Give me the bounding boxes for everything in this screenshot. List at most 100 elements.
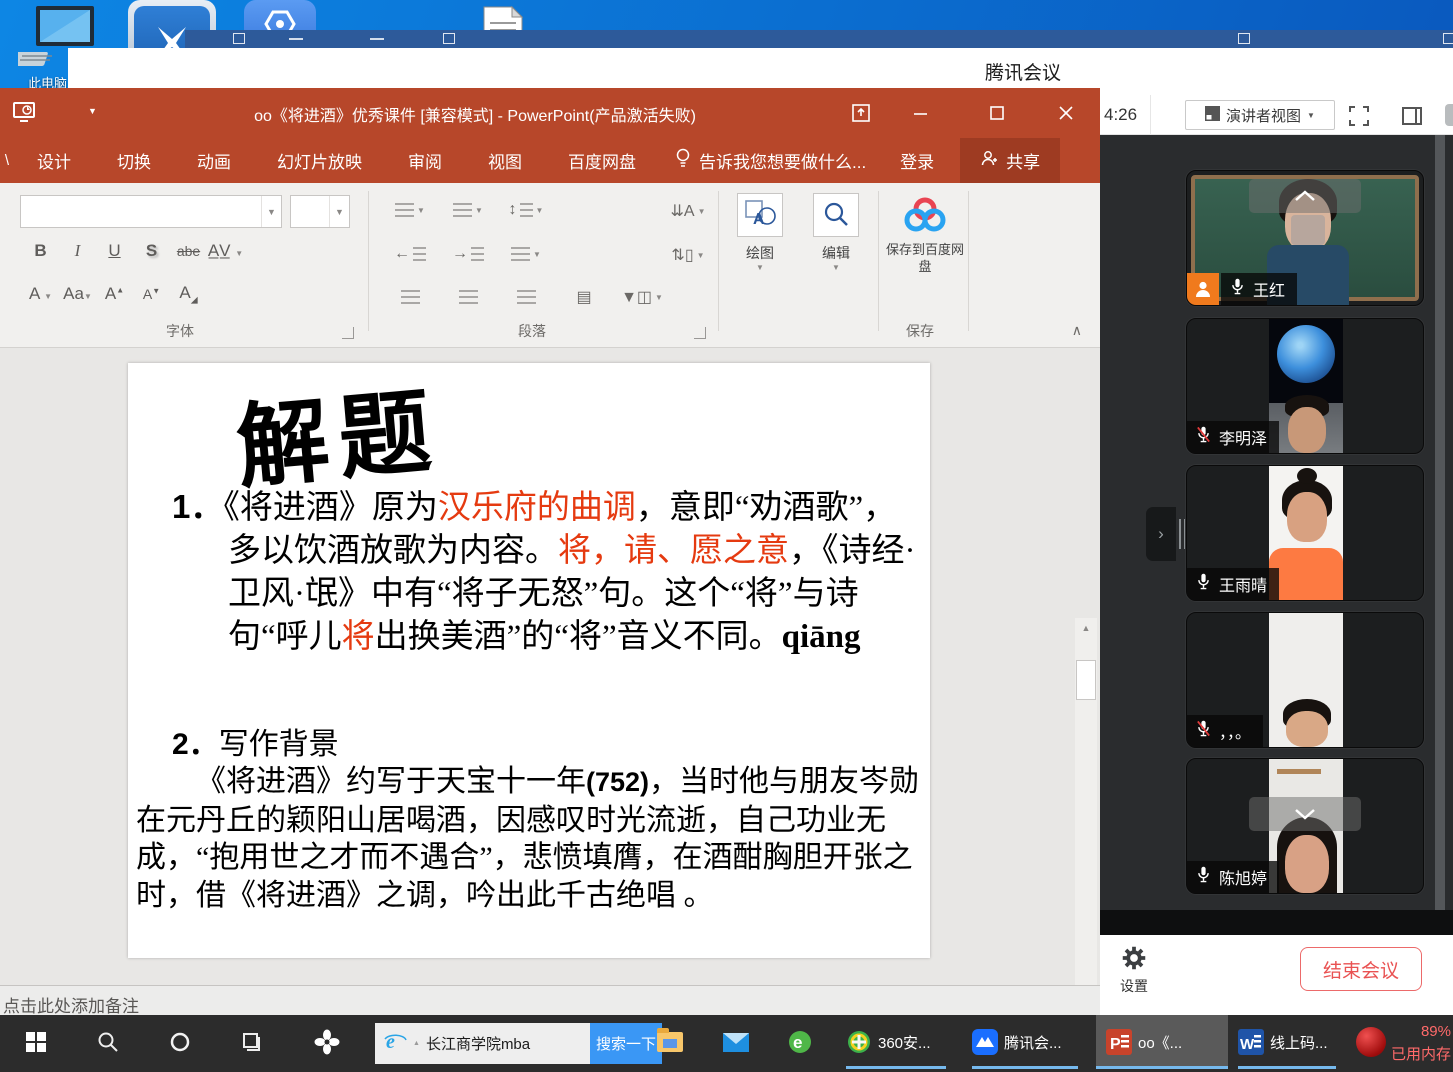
- ie-search-value[interactable]: 长江商学院mba: [426, 1033, 530, 1054]
- taskbar-label-word: 线上码...: [1270, 1032, 1328, 1053]
- ribbon-tab[interactable]: 幻灯片放映: [254, 137, 385, 184]
- close-button[interactable]: [1043, 96, 1089, 130]
- ribbon-tab[interactable]: 动画: [174, 137, 254, 184]
- bullets-button[interactable]: ▼: [382, 201, 438, 219]
- svg-text:W: W: [1240, 1036, 1255, 1053]
- decrease-indent-button[interactable]: ←: [382, 245, 438, 263]
- phone-video-strip: [1269, 466, 1343, 600]
- text-direction-button[interactable]: ⇊A▼: [660, 201, 716, 221]
- panel-expand-handle[interactable]: ›: [1146, 507, 1176, 561]
- paragraph-dialog-launcher-icon[interactable]: [694, 327, 706, 339]
- slideshow-quickaccess-icon[interactable]: [12, 100, 36, 129]
- underline-button[interactable]: U: [96, 241, 133, 261]
- memory-ball-icon[interactable]: [1356, 1027, 1386, 1057]
- columns-button[interactable]: ▤: [556, 287, 612, 307]
- presenter-badge-icon: [1187, 273, 1219, 305]
- taskbar-ie-searchbox[interactable]: e ▲ 长江商学院mba: [375, 1023, 590, 1064]
- clear-formatting-button[interactable]: A◢: [170, 283, 207, 305]
- taskbar-item-360-safety[interactable]: 360安...: [846, 1015, 931, 1069]
- partial-control-icon: [1445, 104, 1453, 126]
- collapse-arrow-icon[interactable]: ▲: [413, 1040, 420, 1047]
- change-case-button[interactable]: Aa▼: [59, 284, 96, 304]
- ribbon-display-options-icon[interactable]: [838, 96, 884, 130]
- draw-button[interactable]: A 绘图 ▼: [730, 193, 790, 272]
- bold-button[interactable]: B: [22, 241, 59, 261]
- ribbon-tab[interactable]: 审阅: [385, 137, 465, 184]
- slide-item2-heading: 写作背景: [219, 728, 339, 761]
- taskbar-item-tencent-meeting[interactable]: 腾讯会...: [972, 1015, 1062, 1069]
- maximize-button[interactable]: [974, 96, 1020, 130]
- share-person-icon: [980, 149, 998, 172]
- start-button[interactable]: [16, 1015, 56, 1069]
- smartart-convert-button[interactable]: ▼◫▼: [614, 287, 670, 307]
- shrink-font-button[interactable]: A▼: [133, 286, 170, 302]
- align-text-button[interactable]: ⇅▯▼: [660, 245, 716, 265]
- slide-paragraph: 《将进酒》约写于天宝十一年(752)，当时他与朋友岑勋在元丹丘的颖阳山居喝酒，因…: [136, 763, 926, 914]
- notes-pane[interactable]: 点击此处添加备注: [0, 985, 1100, 1015]
- font-dialog-launcher-icon[interactable]: [342, 327, 354, 339]
- edit-button[interactable]: 编辑 ▼: [806, 193, 866, 272]
- font-color-button[interactable]: A ▼: [22, 284, 59, 304]
- italic-button[interactable]: I: [59, 241, 96, 261]
- align-left-button[interactable]: [382, 287, 438, 307]
- strikethrough-button[interactable]: abe: [170, 243, 207, 259]
- browser-360-icon[interactable]: e: [780, 1015, 820, 1069]
- speaker-view-icon: [1205, 106, 1220, 125]
- video-tile[interactable]: 王雨晴: [1186, 465, 1424, 601]
- tencent-meeting-panel: 4:26 演讲者视图 ▼ ›: [1100, 95, 1453, 1015]
- scroll-up-icon[interactable]: ▲: [1075, 618, 1097, 638]
- taskbar-label-powerpoint: oo《...: [1138, 1032, 1182, 1053]
- mail-icon[interactable]: [716, 1015, 756, 1069]
- video-tile[interactable]: 王红: [1186, 170, 1424, 306]
- video-tile[interactable]: 李明泽: [1186, 318, 1424, 454]
- scroll-up-overlay[interactable]: [1249, 179, 1361, 213]
- file-explorer-icon[interactable]: [650, 1015, 690, 1069]
- cortana-icon[interactable]: [160, 1015, 200, 1069]
- quickaccess-customize-icon[interactable]: ▼: [88, 106, 97, 116]
- minimize-button[interactable]: [898, 96, 944, 130]
- ribbon-tab[interactable]: 切换: [94, 137, 174, 184]
- taskbar-item-powerpoint[interactable]: P oo《...: [1096, 1015, 1228, 1069]
- taskbar: e ▲ 长江商学院mba 搜索一下 e 360安... 腾讯会... P oo《…: [0, 1015, 1453, 1072]
- gear-icon: [1119, 943, 1149, 973]
- character-spacing-button[interactable]: A̲V̲ ▼: [207, 241, 244, 261]
- login-button[interactable]: 登录: [882, 148, 952, 173]
- titlebar-restore-icon[interactable]: [1238, 33, 1250, 44]
- pinwheel-app-icon[interactable]: [304, 1015, 350, 1069]
- end-meeting-button[interactable]: 结束会议: [1300, 947, 1422, 991]
- taskbar-item-word[interactable]: W 线上码...: [1238, 1015, 1328, 1069]
- video-tile[interactable]: 陈旭婷: [1186, 758, 1424, 894]
- slide-canvas[interactable]: 解题 1．《将进酒》原为汉乐府的曲调，意即“劝酒歌”，多以饮酒放歌为内容。将，请…: [128, 363, 930, 958]
- taskbar-search-icon[interactable]: [88, 1015, 128, 1069]
- align-right-button[interactable]: [498, 287, 554, 307]
- view-mode-dropdown[interactable]: 演讲者视图 ▼: [1185, 100, 1335, 130]
- video-tile[interactable]: ，，。: [1186, 612, 1424, 748]
- align-center-button[interactable]: [440, 287, 496, 307]
- scroll-down-overlay[interactable]: [1249, 797, 1361, 831]
- ribbon-tab[interactable]: 百度网盘: [545, 137, 659, 184]
- slide-item2-number: 2．: [172, 728, 219, 761]
- save-to-baidu-button[interactable]: 保存到百度网盘: [882, 193, 968, 275]
- task-view-icon[interactable]: [232, 1015, 272, 1069]
- scrollbar-thumb[interactable]: [1076, 660, 1096, 700]
- font-size-combobox[interactable]: ▼: [290, 195, 350, 228]
- share-button[interactable]: 共享: [960, 138, 1060, 183]
- ribbon-tab[interactable]: 视图: [465, 137, 545, 184]
- justify-button[interactable]: ▼: [498, 245, 554, 263]
- text-shadow-button[interactable]: S: [133, 241, 170, 261]
- line-spacing-button[interactable]: ↕▼: [498, 201, 554, 219]
- increase-indent-button[interactable]: →: [440, 245, 496, 263]
- svg-text:e: e: [793, 1033, 802, 1052]
- tell-me-box[interactable]: 告诉我您想要做什么...: [659, 148, 882, 173]
- font-name-combobox[interactable]: ▼: [20, 195, 282, 228]
- collapse-ribbon-icon[interactable]: ∧: [1072, 322, 1082, 339]
- video-list-scrollbar[interactable]: [1435, 135, 1445, 910]
- layout-toggle-icon[interactable]: [1398, 102, 1425, 129]
- fullscreen-icon[interactable]: [1345, 102, 1372, 129]
- settings-button[interactable]: 设置: [1112, 943, 1156, 996]
- grow-font-button[interactable]: A▲: [96, 284, 133, 304]
- svg-text:e: e: [386, 1031, 395, 1052]
- titlebar-close-icon[interactable]: [1443, 33, 1453, 44]
- numbering-button[interactable]: ▼: [440, 201, 496, 219]
- ribbon-tab[interactable]: 设计: [14, 137, 94, 184]
